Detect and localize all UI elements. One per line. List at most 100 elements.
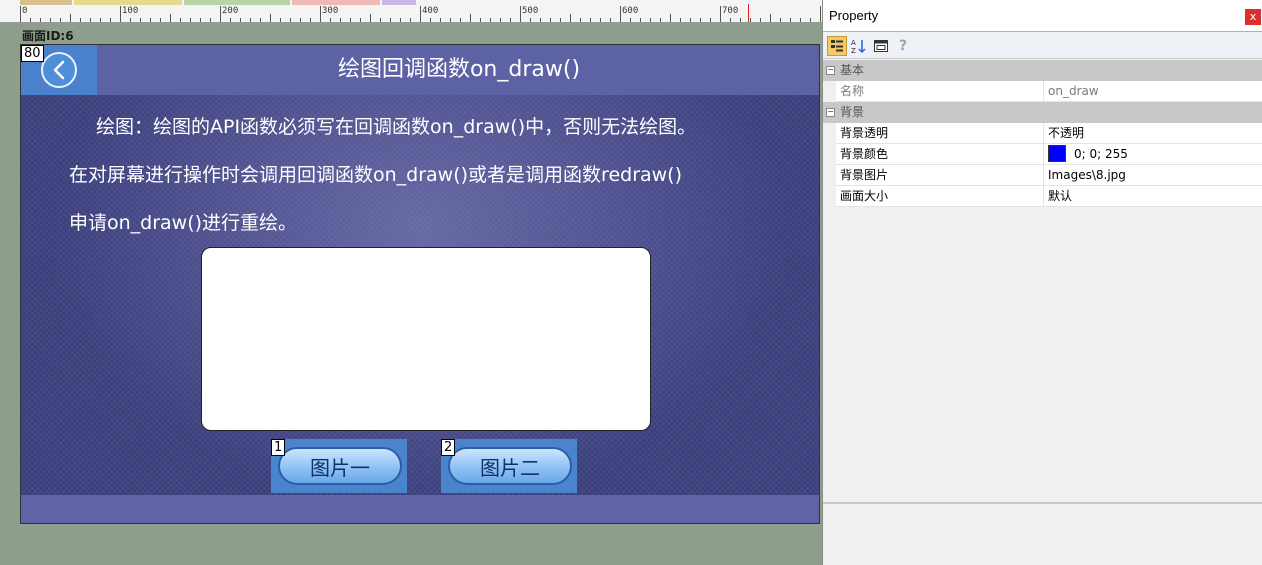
control-id-badge: 1 [271, 439, 286, 456]
ruler-tick [230, 18, 231, 22]
property-toolbar: AZ ? [823, 33, 1262, 59]
category-background[interactable]: − 背景 [823, 102, 1262, 123]
ruler-tick [310, 18, 311, 22]
ruler-tick [570, 14, 571, 22]
ruler-tick [380, 18, 381, 22]
screen-title: 绘图回调函数on_draw() [337, 57, 581, 82]
property-description-pane [823, 502, 1262, 565]
ruler-tick [640, 18, 641, 22]
ruler-tick [110, 18, 111, 22]
property-pages-button[interactable] [871, 36, 891, 56]
ruler-tick [70, 14, 71, 22]
property-value[interactable]: on_draw [1048, 81, 1099, 102]
picture-two-button[interactable]: 图片二 [448, 447, 572, 485]
ruler-tick [370, 14, 371, 22]
ruler-tick [460, 18, 461, 22]
property-name: 背景透明 [840, 126, 889, 140]
ruler-tick [280, 18, 281, 22]
ruler-tick [260, 18, 261, 22]
horizontal-ruler: 0 100 200 300 400 500 600 700 [0, 0, 822, 23]
ruler-tick [500, 18, 501, 22]
ruler-tick [440, 18, 441, 22]
property-value[interactable]: 不透明 [1048, 123, 1084, 144]
ruler-tick [390, 18, 391, 22]
ruler-tick [420, 6, 421, 22]
ruler-label: 400 [422, 6, 439, 16]
property-value: 0; 0; 255 [1074, 147, 1128, 161]
ruler-tick [790, 18, 791, 22]
ruler-tick [480, 18, 481, 22]
ruler-tick [810, 18, 811, 22]
ruler-label: 500 [522, 6, 539, 16]
close-button[interactable]: x [1245, 9, 1261, 25]
ruler-tick [130, 18, 131, 22]
ruler-tick [50, 18, 51, 22]
ruler-tick [730, 18, 731, 22]
ruler-tick [670, 14, 671, 22]
picture-one-button-container: 图片一 1 [271, 439, 407, 493]
property-row-screen-size[interactable]: 画面大小 默认 [823, 186, 1262, 207]
property-value[interactable]: 默认 [1048, 186, 1072, 207]
drawing-area[interactable] [201, 247, 651, 431]
back-arrow-icon [41, 52, 77, 88]
ruler-tick [30, 18, 31, 22]
ruler-tick [60, 18, 61, 22]
ruler-tick [40, 18, 41, 22]
property-name: 背景图片 [840, 168, 889, 182]
property-row-bg-color[interactable]: 背景颜色 0; 0; 255 [823, 144, 1262, 165]
ruler-tick [140, 18, 141, 22]
ruler-tick [250, 18, 251, 22]
ruler-tick [710, 18, 711, 22]
property-row-bg-image[interactable]: 背景图片 Images\8.jpg [823, 165, 1262, 186]
ruler-tick [660, 18, 661, 22]
ruler-tick [100, 18, 101, 22]
property-name: 名称 [840, 84, 865, 98]
color-swatch [1048, 145, 1066, 162]
description-line-2: 在对屏幕进行操作时会调用回调函数on_draw()或者是调用函数redraw() [69, 164, 683, 186]
property-value-color[interactable]: 0; 0; 255 [1048, 144, 1128, 165]
property-panel-title: Property [829, 8, 879, 23]
property-value[interactable]: Images\8.jpg [1048, 165, 1126, 186]
control-id-badge: 2 [441, 439, 456, 456]
hmi-screen-canvas[interactable]: 80 绘图回调函数on_draw() 绘图：绘图的API函数必须写在回调函数on… [20, 44, 820, 524]
ruler-tick [540, 18, 541, 22]
ruler-tick [620, 6, 621, 22]
back-button[interactable]: 80 [21, 45, 97, 95]
ruler-tick [560, 18, 561, 22]
categorized-icon [831, 40, 843, 52]
ruler-tick [650, 18, 651, 22]
ruler-label: 0 [22, 6, 28, 16]
alphabetical-sort-button[interactable]: AZ [849, 36, 869, 56]
collapse-icon[interactable]: − [826, 66, 835, 75]
svg-text:Z: Z [851, 47, 856, 54]
category-basic[interactable]: − 基本 [823, 60, 1262, 81]
categorized-view-button[interactable] [827, 36, 847, 56]
ruler-label: 600 [622, 6, 639, 16]
property-pages-icon [874, 40, 888, 52]
ruler-tick [340, 18, 341, 22]
ruler-label: 100 [122, 6, 139, 16]
ruler-tick [210, 18, 211, 22]
ruler-tick [360, 18, 361, 22]
property-row-name[interactable]: 名称 on_draw [823, 81, 1262, 102]
ruler-tick [760, 18, 761, 22]
ruler-tick [630, 18, 631, 22]
picture-one-button[interactable]: 图片一 [278, 447, 402, 485]
ruler-tick [510, 18, 511, 22]
ruler-tick [550, 18, 551, 22]
ruler-cursor-marker [748, 4, 749, 22]
ruler-tick [400, 18, 401, 22]
property-row-bg-transparent[interactable]: 背景透明 不透明 [823, 123, 1262, 144]
ruler-tick [190, 18, 191, 22]
collapse-icon[interactable]: − [826, 108, 835, 117]
ruler-tick [180, 18, 181, 22]
ruler-tick [160, 18, 161, 22]
property-name: 画面大小 [840, 189, 889, 203]
ruler-label: 700 [722, 6, 739, 16]
ruler-tick [600, 18, 601, 22]
description-line-1: 绘图：绘图的API函数必须写在回调函数on_draw()中，否则无法绘图。 [96, 116, 697, 138]
ruler-tick [20, 6, 21, 22]
help-icon[interactable]: ? [893, 36, 913, 56]
property-panel-header: Property x [823, 0, 1262, 32]
ruler-tick [290, 18, 291, 22]
